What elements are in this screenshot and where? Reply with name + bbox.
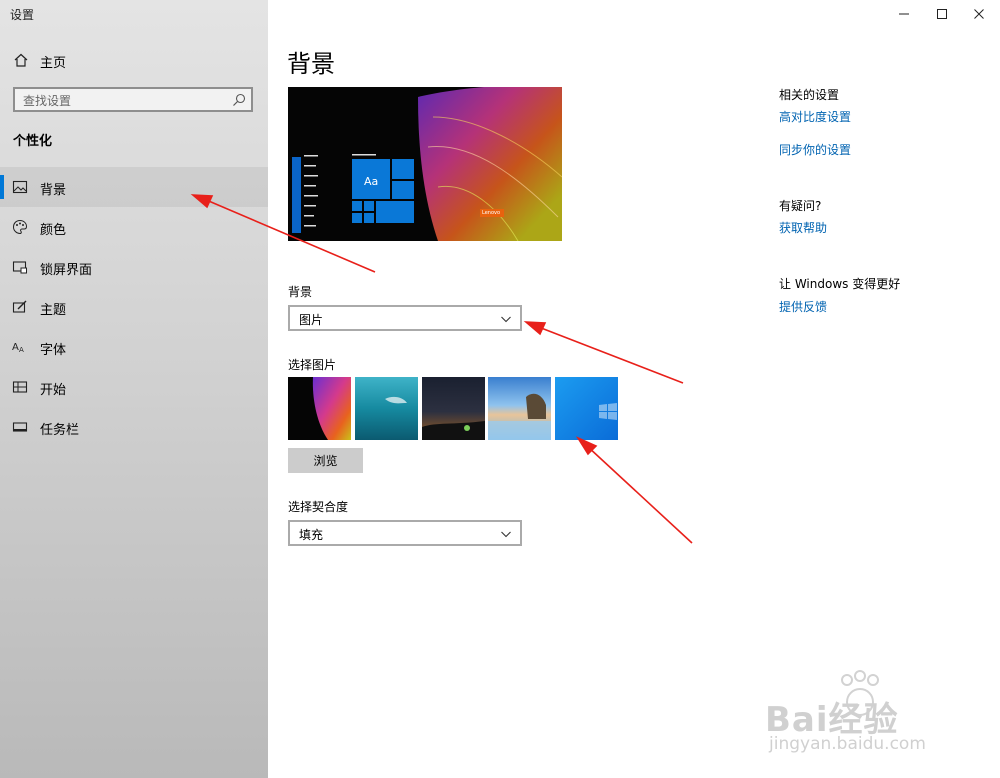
watermark-url: jingyan.baidu.com — [769, 734, 926, 754]
arrow-to-background-nav — [203, 198, 376, 273]
annotation-arrows — [190, 194, 693, 544]
arrow-to-background-dropdown — [535, 325, 684, 384]
arrow-to-blue-thumbnail — [586, 445, 693, 544]
arrowhead — [523, 321, 547, 336]
arrowhead — [190, 194, 214, 209]
baidu-watermark: Bai经验 jingyan.baidu.com — [765, 668, 955, 758]
